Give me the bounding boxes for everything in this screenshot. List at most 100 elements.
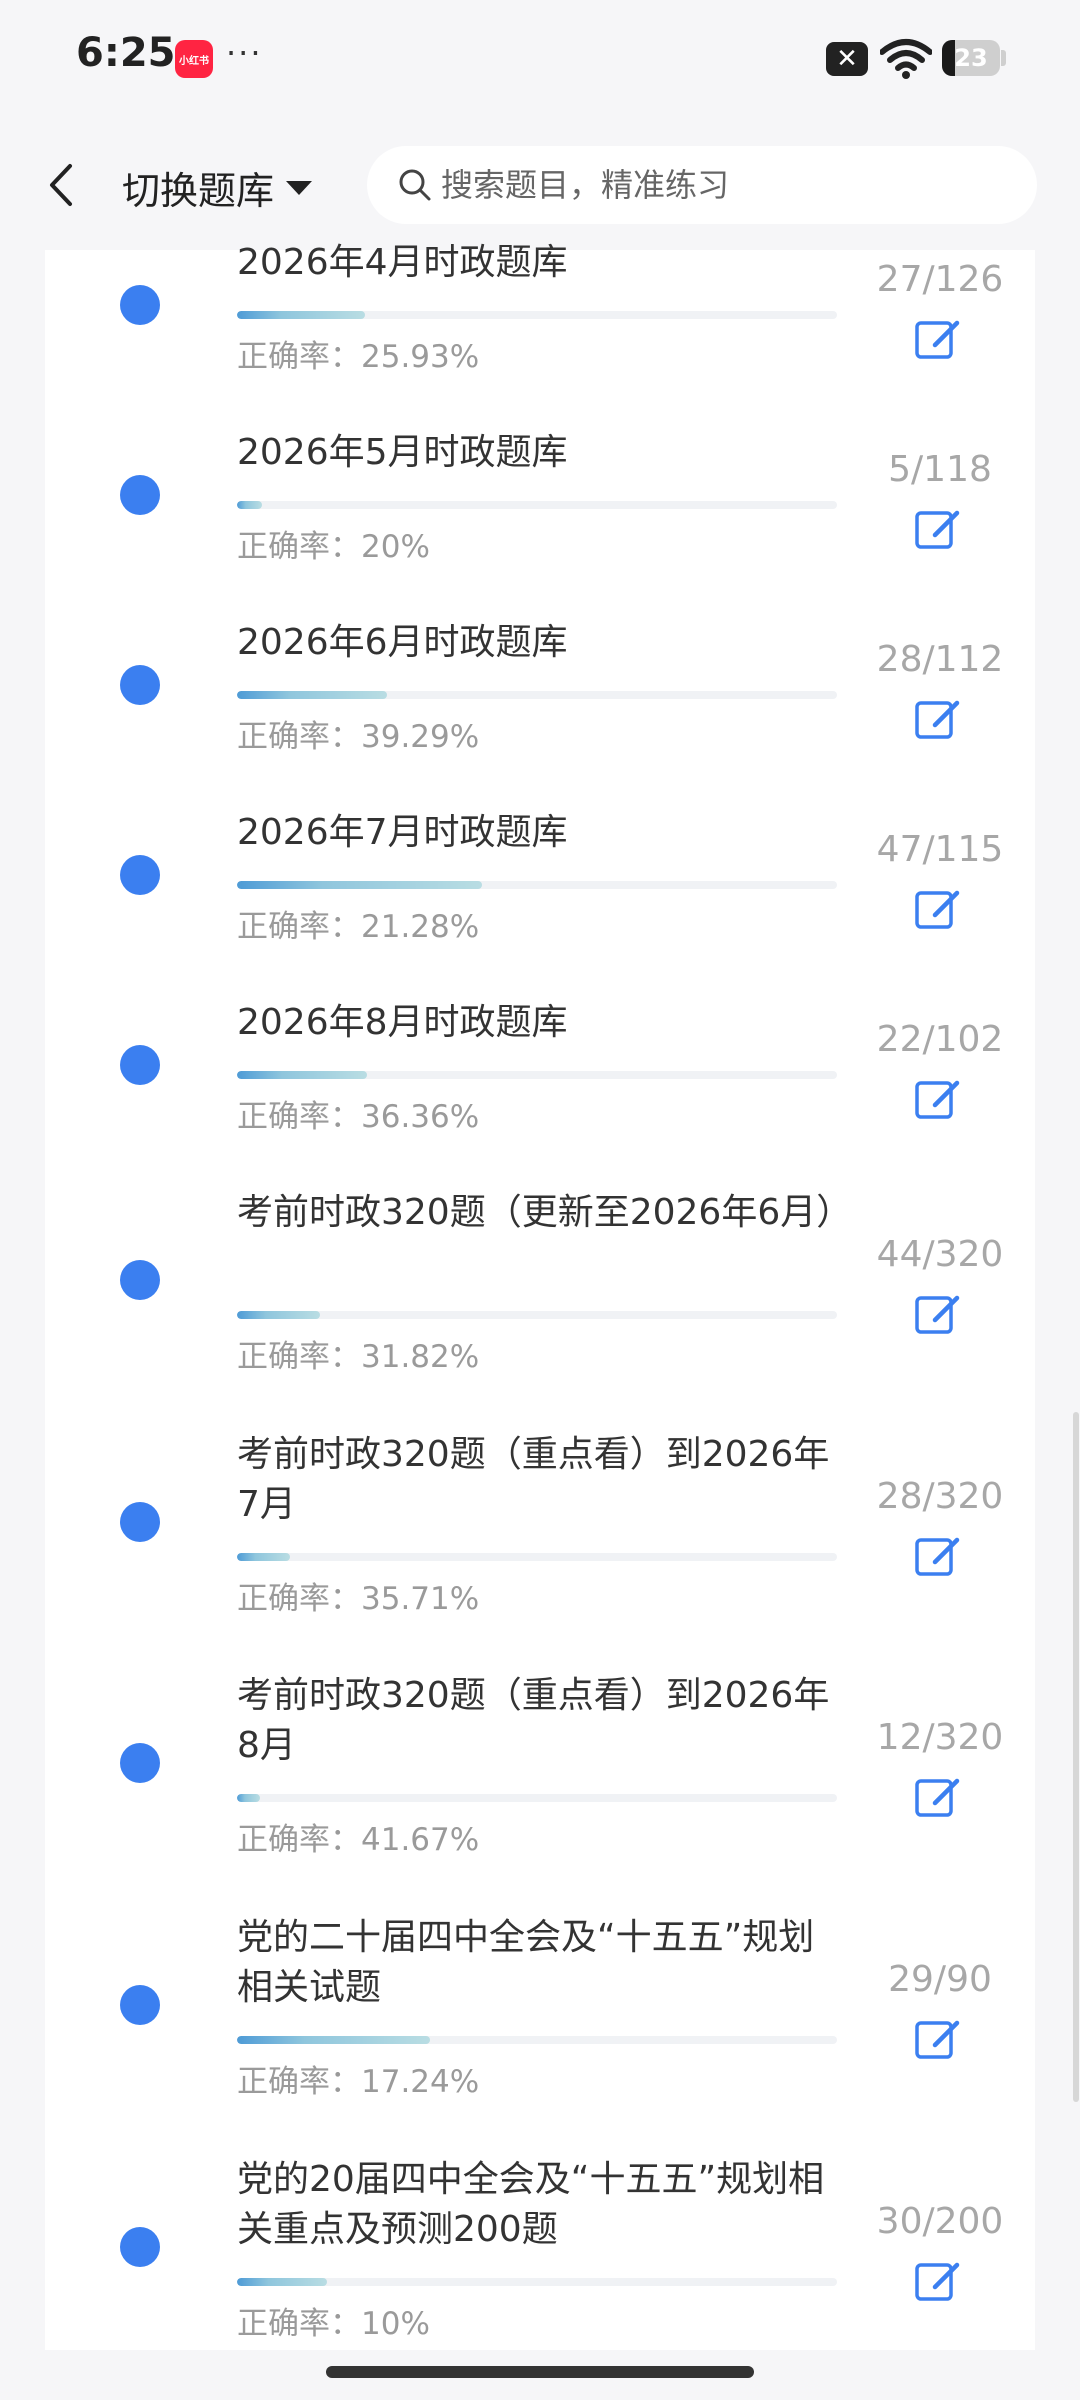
- progress-bar-fill: [237, 1553, 290, 1561]
- accuracy-text: 正确率：35.71%: [237, 1581, 480, 1617]
- progress-bar: [237, 881, 837, 889]
- progress-count: 27/126: [876, 259, 1004, 300]
- accuracy-text: 正确率：21.28%: [237, 909, 480, 945]
- list-item[interactable]: 考前时政320题（重点看）到2026年8月正确率：41.67% 12/320: [45, 1671, 1035, 1858]
- progress-count: 28/112: [876, 639, 1004, 680]
- item-title: 2026年8月时政题库: [237, 1002, 568, 1043]
- accuracy-text: 正确率：36.36%: [237, 1099, 480, 1135]
- switch-question-bank-dropdown[interactable]: 切换题库: [122, 160, 313, 215]
- status-dot: [120, 1743, 160, 1783]
- edit-icon[interactable]: [913, 885, 963, 931]
- chevron-left-icon[interactable]: [40, 158, 86, 212]
- status-dot: [120, 1045, 160, 1085]
- list-item[interactable]: 2026年4月时政题库正确率：25.93% 27/126: [45, 238, 1035, 375]
- edit-icon[interactable]: [913, 315, 963, 361]
- search-icon: [399, 169, 431, 201]
- progress-bar: [237, 1071, 837, 1079]
- list-item[interactable]: 2026年7月时政题库正确率：21.28% 47/115: [45, 808, 1035, 945]
- progress-bar: [237, 2036, 837, 2044]
- progress-bar: [237, 1553, 837, 1561]
- status-dot: [120, 285, 160, 325]
- item-title: 2026年4月时政题库: [237, 242, 568, 283]
- progress-count: 29/90: [888, 1959, 992, 2000]
- progress-bar: [237, 2278, 837, 2286]
- progress-count: 5/118: [888, 449, 992, 490]
- progress-bar: [237, 1311, 837, 1319]
- battery-percent: 23: [954, 44, 988, 72]
- accuracy-text: 正确率：39.29%: [237, 719, 480, 755]
- status-dot: [120, 1985, 160, 2025]
- status-dot: [120, 665, 160, 705]
- progress-bar-fill: [237, 691, 387, 699]
- edit-icon[interactable]: [913, 2015, 963, 2061]
- edit-icon[interactable]: [913, 505, 963, 551]
- edit-icon[interactable]: [913, 1075, 963, 1121]
- edit-icon[interactable]: [913, 1532, 963, 1578]
- edit-icon[interactable]: [913, 695, 963, 741]
- status-time: 6:25: [76, 30, 176, 76]
- progress-count: 22/102: [876, 1019, 1004, 1060]
- battery-tip: [1001, 50, 1006, 66]
- progress-bar-fill: [237, 1311, 320, 1319]
- list-item[interactable]: 考前时政320题（重点看）到2026年7月正确率：35.71% 28/320: [45, 1430, 1035, 1617]
- edit-icon[interactable]: [913, 2257, 963, 2303]
- search-box[interactable]: [367, 146, 1037, 224]
- item-title: 2026年6月时政题库: [237, 622, 568, 663]
- progress-bar-fill: [237, 2278, 327, 2286]
- accuracy-text: 正确率：17.24%: [237, 2064, 480, 2100]
- list-item[interactable]: 2026年8月时政题库正确率：36.36% 22/102: [45, 998, 1035, 1135]
- accuracy-text: 正确率：25.93%: [237, 339, 480, 375]
- progress-count: 12/320: [876, 1717, 1004, 1758]
- progress-bar-fill: [237, 1794, 260, 1802]
- more-notifications-icon: ···: [226, 34, 263, 72]
- edit-icon[interactable]: [913, 1773, 963, 1819]
- close-notification-icon: ✕: [826, 42, 868, 76]
- list-item[interactable]: 党的20届四中全会及“十五五”规划相关重点及预测200题正确率：10% 30/20…: [45, 2155, 1035, 2342]
- progress-bar-fill: [237, 311, 366, 319]
- progress-bar-fill: [237, 501, 263, 509]
- status-dot: [120, 475, 160, 515]
- progress-bar: [237, 1794, 837, 1802]
- accuracy-text: 正确率：31.82%: [237, 1339, 480, 1375]
- list-item[interactable]: 党的二十届四中全会及“十五五”规划相关试题正确率：17.24% 29/90: [45, 1913, 1035, 2100]
- progress-bar-fill: [237, 2036, 431, 2044]
- item-title: 2026年5月时政题库: [237, 432, 568, 473]
- accuracy-text: 正确率：10%: [237, 2306, 430, 2342]
- status-bar: 6:25 小红书 ··· ✕ 23: [0, 0, 1080, 120]
- status-dot: [120, 2227, 160, 2267]
- battery-icon: 23: [942, 40, 1000, 76]
- item-title: 2026年7月时政题库: [237, 812, 568, 853]
- item-title: 考前时政320题（重点看）到2026年8月: [237, 1675, 830, 1766]
- home-indicator[interactable]: [326, 2366, 754, 2378]
- wifi-icon: [880, 39, 932, 79]
- question-bank-list-card: 2026年4月时政题库正确率：25.93% 27/126 2026年5月时政题库正确…: [45, 242, 1035, 2350]
- accuracy-text: 正确率：41.67%: [237, 1822, 480, 1858]
- progress-bar: [237, 501, 837, 509]
- progress-bar: [237, 311, 837, 319]
- search-input[interactable]: [441, 166, 1001, 204]
- list-item[interactable]: 2026年6月时政题库正确率：39.29% 28/112: [45, 618, 1035, 755]
- progress-count: 47/115: [876, 829, 1004, 870]
- switch-bank-label: 切换题库: [122, 169, 275, 213]
- item-title: 党的20届四中全会及“十五五”规划相关重点及预测200题: [237, 2159, 825, 2250]
- top-bar: 切换题库: [0, 120, 1080, 250]
- item-title: 考前时政320题（重点看）到2026年7月: [237, 1434, 830, 1525]
- accuracy-text: 正确率：20%: [237, 529, 430, 565]
- status-dot: [120, 1260, 160, 1300]
- xiaohongshu-app-icon: 小红书: [175, 40, 213, 78]
- caret-down-icon: [286, 180, 313, 195]
- list-item[interactable]: 2026年5月时政题库正确率：20% 5/118: [45, 428, 1035, 565]
- edit-icon[interactable]: [913, 1290, 963, 1336]
- status-dot: [120, 855, 160, 895]
- item-title: 党的二十届四中全会及“十五五”规划相关试题: [237, 1917, 815, 2008]
- progress-bar: [237, 691, 837, 699]
- progress-count: 28/320: [876, 1476, 1004, 1517]
- scrollbar[interactable]: [1073, 1412, 1079, 2102]
- progress-bar-fill: [237, 1071, 367, 1079]
- list-item[interactable]: 考前时政320题（更新至2026年6月） 正确率：31.82% 44/320: [45, 1188, 1035, 1375]
- progress-count: 30/200: [876, 2201, 1004, 2242]
- progress-bar-fill: [237, 881, 483, 889]
- progress-count: 44/320: [876, 1234, 1004, 1275]
- item-title: 考前时政320题（更新至2026年6月）: [237, 1192, 853, 1233]
- status-dot: [120, 1502, 160, 1542]
